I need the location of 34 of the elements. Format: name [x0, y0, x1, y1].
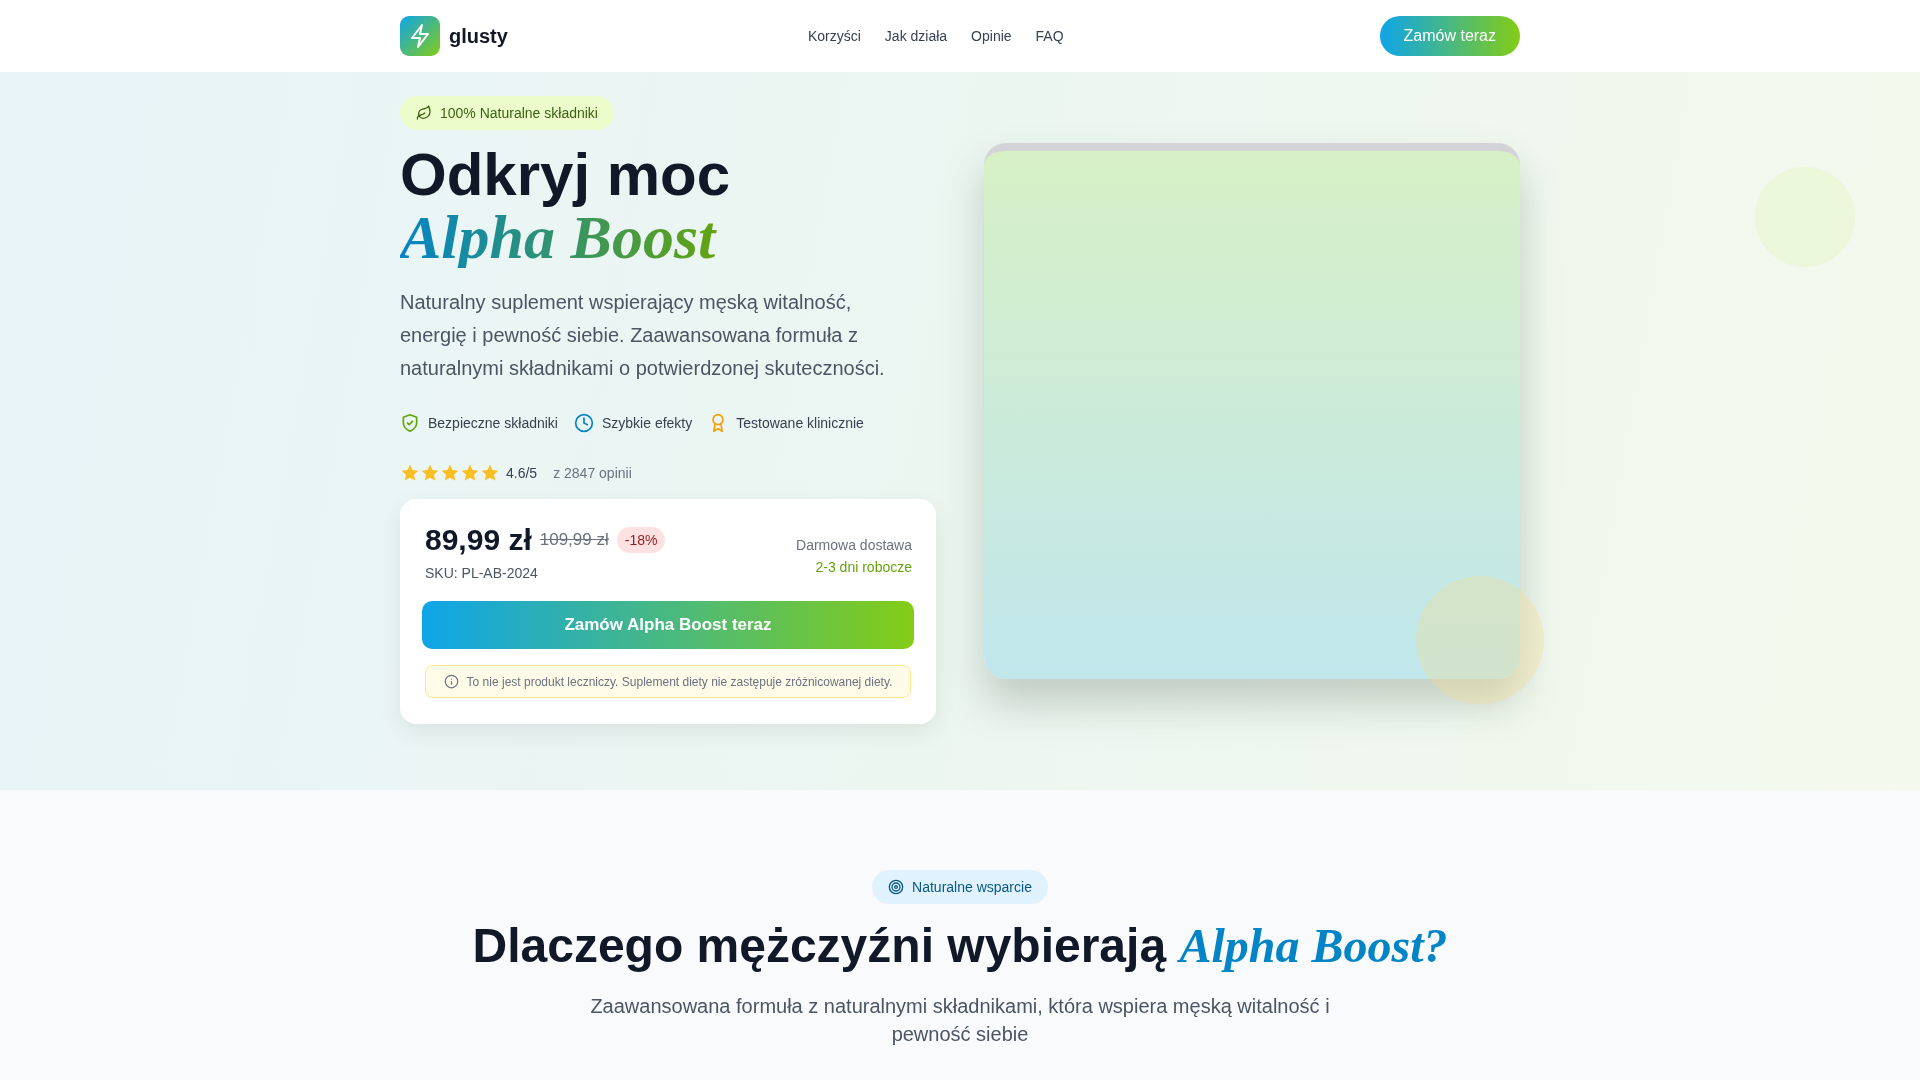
section-subtitle: Zaawansowana formuła z naturalnymi składnikami, która wspiera męską witalność i pewność siebie [589, 994, 1331, 1047]
price: 89,99 zł [425, 523, 532, 557]
nav-link[interactable]: Opinie [971, 28, 1012, 44]
shield-check-icon [400, 413, 420, 433]
star-icon [420, 463, 440, 483]
feature-label: Szybkie efekty [601, 415, 693, 431]
lightning-logo-icon [400, 16, 440, 56]
star-icon [480, 463, 500, 483]
ingredients-badge: 100% Naturalne składniki [400, 96, 614, 130]
clock-icon [573, 413, 594, 433]
nav-link[interactable]: Jak działa [884, 28, 948, 44]
feature-label: Bezpieczne składniki [428, 415, 558, 431]
old-price: 109,99 zł [539, 530, 609, 550]
star-icon [460, 463, 480, 483]
shipping-label: Darmowa dostawa [796, 537, 912, 553]
disclaimer-text: To nie jest produkt leczniczy. Suplement diety nie zastępuje zróżnicowanej diety. [466, 674, 893, 689]
star-icon [440, 463, 460, 483]
info-icon [443, 674, 459, 689]
section-title: Dlaczego mężczyźni wybierają Alpha Boost? [471, 918, 1449, 974]
delivery-time: 2-3 dni robocze [814, 559, 912, 575]
review-count: z 2847 opinii [553, 465, 632, 481]
nav-link[interactable]: FAQ [1035, 28, 1064, 44]
star-icon [400, 463, 420, 483]
brand-name[interactable]: glusty [449, 24, 508, 48]
target-icon [888, 879, 905, 895]
sku-text: SKU: PL-AB-2024 [425, 565, 539, 581]
leaf-icon [416, 105, 432, 121]
discount-badge: -18% [616, 527, 666, 553]
hero-title: Odkryj moc [400, 144, 732, 206]
nav-link[interactable]: Korzyści [807, 28, 861, 44]
feature-label: Testowane klinicznie [736, 415, 864, 431]
hero-description: Naturalny suplement wspierający męską witalność, energię i pewność siebie. Zaawansowana formuła z naturalnymi składnikami o potwierdzonej skuteczności. [400, 290, 886, 381]
rating-score: 4.6/5 [506, 465, 538, 481]
section-badge: Naturalne wsparcie [872, 870, 1048, 904]
